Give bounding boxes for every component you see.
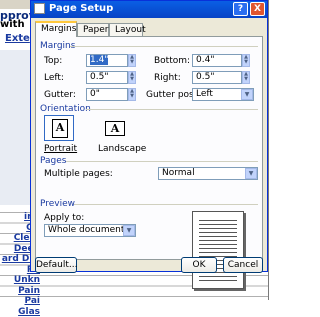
background-right-column	[268, 0, 301, 300]
page-preview	[192, 211, 244, 289]
right-margin-input[interactable]: 0.5"	[192, 71, 242, 84]
landscape-icon: A	[105, 121, 125, 136]
bottom-label: Bottom:	[154, 56, 190, 66]
background-subtitle-prefix: with	[0, 19, 25, 30]
gutter-input[interactable]: 0"	[86, 88, 128, 101]
background-thumbnails	[0, 50, 30, 205]
portrait-icon: A	[52, 119, 68, 138]
page-setup-dialog: Page Setup ? X Margins Paper Layout Marg…	[30, 0, 268, 272]
background-row-label: Pain	[0, 286, 40, 297]
default-button[interactable]: Default...	[35, 257, 77, 273]
background-row-label: Unkn	[0, 275, 40, 286]
margins-panel: Margins Top: 1.4" ▲▼ Bottom: 0.4" ▲▼ Lef…	[35, 36, 263, 260]
divider	[66, 161, 258, 162]
dialog-title: Page Setup	[49, 3, 113, 14]
top-label: Top:	[44, 56, 62, 66]
divider	[70, 46, 258, 47]
chevron-down-icon[interactable]: ▼	[123, 225, 135, 236]
preview-section-label: Preview	[40, 199, 75, 209]
tab-paper[interactable]: Paper	[77, 23, 109, 36]
background-row-label: Pai	[0, 296, 40, 307]
ok-button[interactable]: OK	[181, 257, 217, 273]
divider	[74, 204, 258, 205]
top-margin-input[interactable]: 1.4"	[86, 54, 128, 67]
gutter-spinner[interactable]: ▲▼	[128, 88, 136, 101]
right-margin-spinner[interactable]: ▲▼	[242, 71, 250, 84]
multiple-pages-label: Multiple pages:	[44, 169, 113, 179]
close-button[interactable]: X	[250, 2, 265, 16]
cancel-button[interactable]: Cancel	[223, 257, 263, 273]
portrait-label[interactable]: Portrait	[44, 144, 77, 154]
chevron-down-icon[interactable]: ▼	[241, 89, 253, 100]
left-margin-input[interactable]: 0.5"	[86, 71, 128, 84]
right-label: Right:	[154, 73, 181, 83]
orientation-section-label: Orientation	[40, 104, 91, 114]
app-icon	[34, 3, 45, 14]
apply-to-label: Apply to:	[44, 213, 84, 223]
multiple-pages-select[interactable]: Normal	[158, 167, 258, 180]
pages-section-label: Pages	[40, 156, 66, 166]
left-label: Left:	[44, 73, 64, 83]
top-margin-spinner[interactable]: ▲▼	[128, 54, 136, 67]
gutter-label: Gutter:	[44, 90, 76, 100]
tab-layout[interactable]: Layout	[109, 23, 143, 36]
bottom-margin-spinner[interactable]: ▲▼	[242, 54, 250, 67]
tab-margins[interactable]: Margins	[35, 21, 77, 37]
dialog-titlebar[interactable]: Page Setup ? X	[31, 1, 267, 18]
left-margin-spinner[interactable]: ▲▼	[128, 71, 136, 84]
portrait-option[interactable]: A	[44, 115, 74, 141]
top-margin-value: 1.4"	[90, 55, 108, 65]
divider	[86, 109, 258, 110]
background-row-label: Glas	[0, 307, 40, 317]
landscape-option[interactable]: A	[100, 115, 130, 141]
bottom-margin-input[interactable]: 0.4"	[192, 54, 242, 67]
landscape-label[interactable]: Landscape	[98, 144, 146, 154]
help-button[interactable]: ?	[233, 2, 248, 16]
background-subtitle: with Exte	[5, 33, 30, 44]
chevron-down-icon[interactable]: ▼	[245, 168, 257, 179]
background-subtitle-text: Exte	[5, 33, 30, 44]
